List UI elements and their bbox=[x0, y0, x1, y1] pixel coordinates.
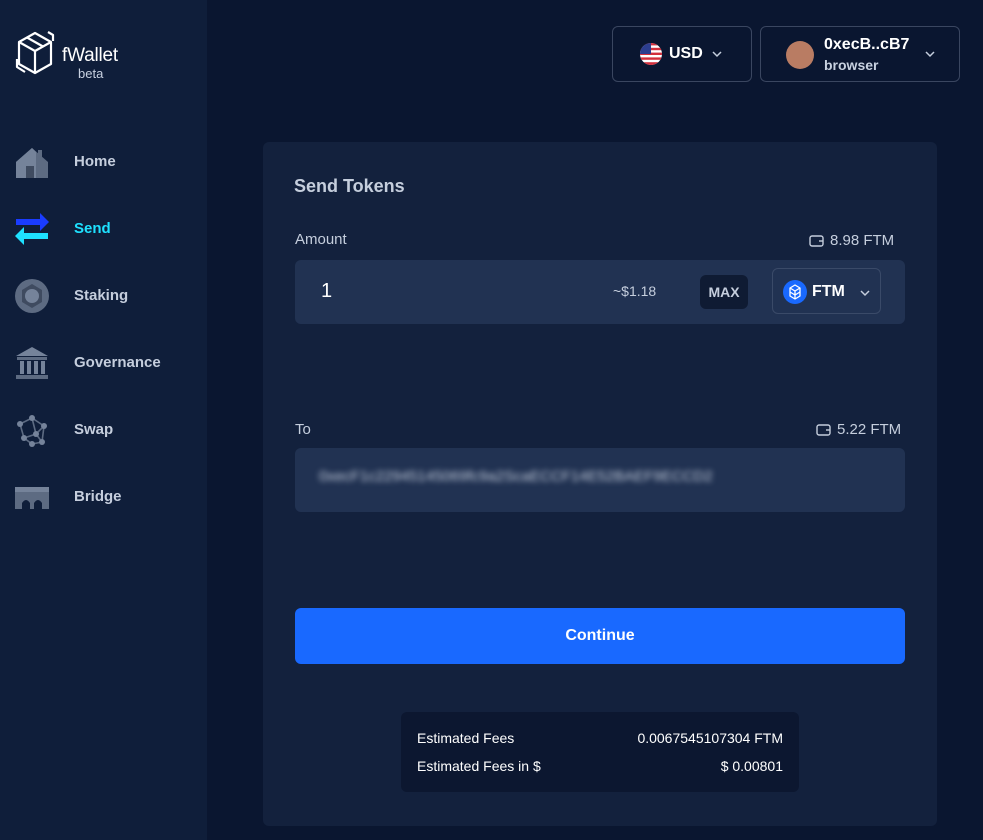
to-balance: 5.22 FTM bbox=[816, 421, 901, 439]
to-address-input[interactable]: 0xecF1c22945145069fc9a2ScaECCF14E52BAEF9… bbox=[319, 468, 839, 492]
sidebar-item-home[interactable]: Home bbox=[0, 137, 207, 187]
to-label: To bbox=[295, 421, 311, 438]
sidebar: fWallet beta Home Send Staking Governanc… bbox=[0, 0, 207, 840]
fee-label: Estimated Fees in $ bbox=[417, 758, 541, 774]
sidebar-item-bridge[interactable]: Bridge bbox=[0, 472, 207, 522]
staking-icon bbox=[15, 279, 49, 313]
app-logo[interactable]: fWallet beta bbox=[15, 29, 175, 83]
fee-value: 0.0067545107304 FTM bbox=[637, 730, 783, 746]
sidebar-item-label: Swap bbox=[74, 421, 114, 438]
wallet-icon bbox=[809, 235, 824, 247]
amount-balance-value: 8.98 FTM bbox=[830, 232, 895, 249]
amount-balance: 8.98 FTM bbox=[809, 232, 894, 250]
sidebar-item-staking[interactable]: Staking bbox=[0, 271, 207, 321]
token-selector[interactable]: FTM bbox=[772, 268, 881, 314]
sidebar-item-label: Bridge bbox=[74, 488, 122, 505]
us-flag-icon bbox=[640, 43, 662, 65]
home-icon bbox=[16, 148, 48, 178]
send-tokens-card: Send Tokens Amount 8.98 FTM 1 ~$1.18 MAX… bbox=[263, 142, 937, 826]
sidebar-item-governance[interactable]: Governance bbox=[0, 338, 207, 388]
wallet-icon bbox=[816, 424, 831, 436]
to-balance-value: 5.22 FTM bbox=[837, 421, 902, 438]
sidebar-item-swap[interactable]: Swap bbox=[0, 405, 207, 455]
sidebar-item-label: Home bbox=[74, 153, 116, 170]
amount-usd-estimate: ~$1.18 bbox=[613, 283, 657, 299]
estimated-fees-panel: Estimated Fees 0.0067545107304 FTM Estim… bbox=[401, 712, 799, 792]
sidebar-item-label: Governance bbox=[74, 354, 161, 371]
account-address: 0xecB..cB7 bbox=[824, 36, 910, 53]
fee-value: $ 0.00801 bbox=[720, 758, 783, 774]
account-selector[interactable]: 0xecB..cB7 browser bbox=[760, 26, 960, 82]
account-wallet-type: browser bbox=[824, 57, 879, 73]
currency-label: USD bbox=[669, 45, 703, 62]
amount-label: Amount bbox=[295, 231, 347, 248]
continue-button[interactable]: Continue bbox=[295, 608, 905, 664]
fee-row: Estimated Fees 0.0067545107304 FTM bbox=[417, 730, 783, 750]
amount-input[interactable]: 1 bbox=[321, 280, 332, 303]
bridge-icon bbox=[15, 487, 49, 509]
chevron-down-icon bbox=[925, 51, 935, 58]
chevron-down-icon bbox=[712, 51, 722, 58]
token-label: FTM bbox=[812, 283, 845, 300]
fee-row: Estimated Fees in $ $ 0.00801 bbox=[417, 758, 783, 778]
swap-icon bbox=[17, 415, 47, 447]
send-arrows-icon bbox=[15, 213, 49, 245]
to-address-field[interactable]: 0xecF1c22945145069fc9a2ScaECCF14E52BAEF9… bbox=[295, 448, 905, 512]
amount-field[interactable]: 1 ~$1.18 MAX FTM bbox=[295, 260, 905, 324]
app-tag: beta bbox=[78, 66, 104, 81]
app-name: fWallet bbox=[62, 45, 118, 66]
sidebar-item-send[interactable]: Send bbox=[0, 204, 207, 254]
chevron-down-icon bbox=[860, 290, 870, 297]
fee-label: Estimated Fees bbox=[417, 730, 515, 746]
max-button[interactable]: MAX bbox=[700, 275, 748, 309]
currency-selector[interactable]: USD bbox=[612, 26, 752, 82]
governance-icon bbox=[16, 347, 48, 379]
sidebar-item-label: Staking bbox=[74, 287, 129, 304]
avatar bbox=[786, 41, 814, 69]
sidebar-item-label: Send bbox=[74, 220, 111, 237]
fantom-cube-icon bbox=[15, 31, 55, 75]
page-title: Send Tokens bbox=[294, 176, 405, 196]
ftm-token-icon bbox=[783, 280, 807, 304]
